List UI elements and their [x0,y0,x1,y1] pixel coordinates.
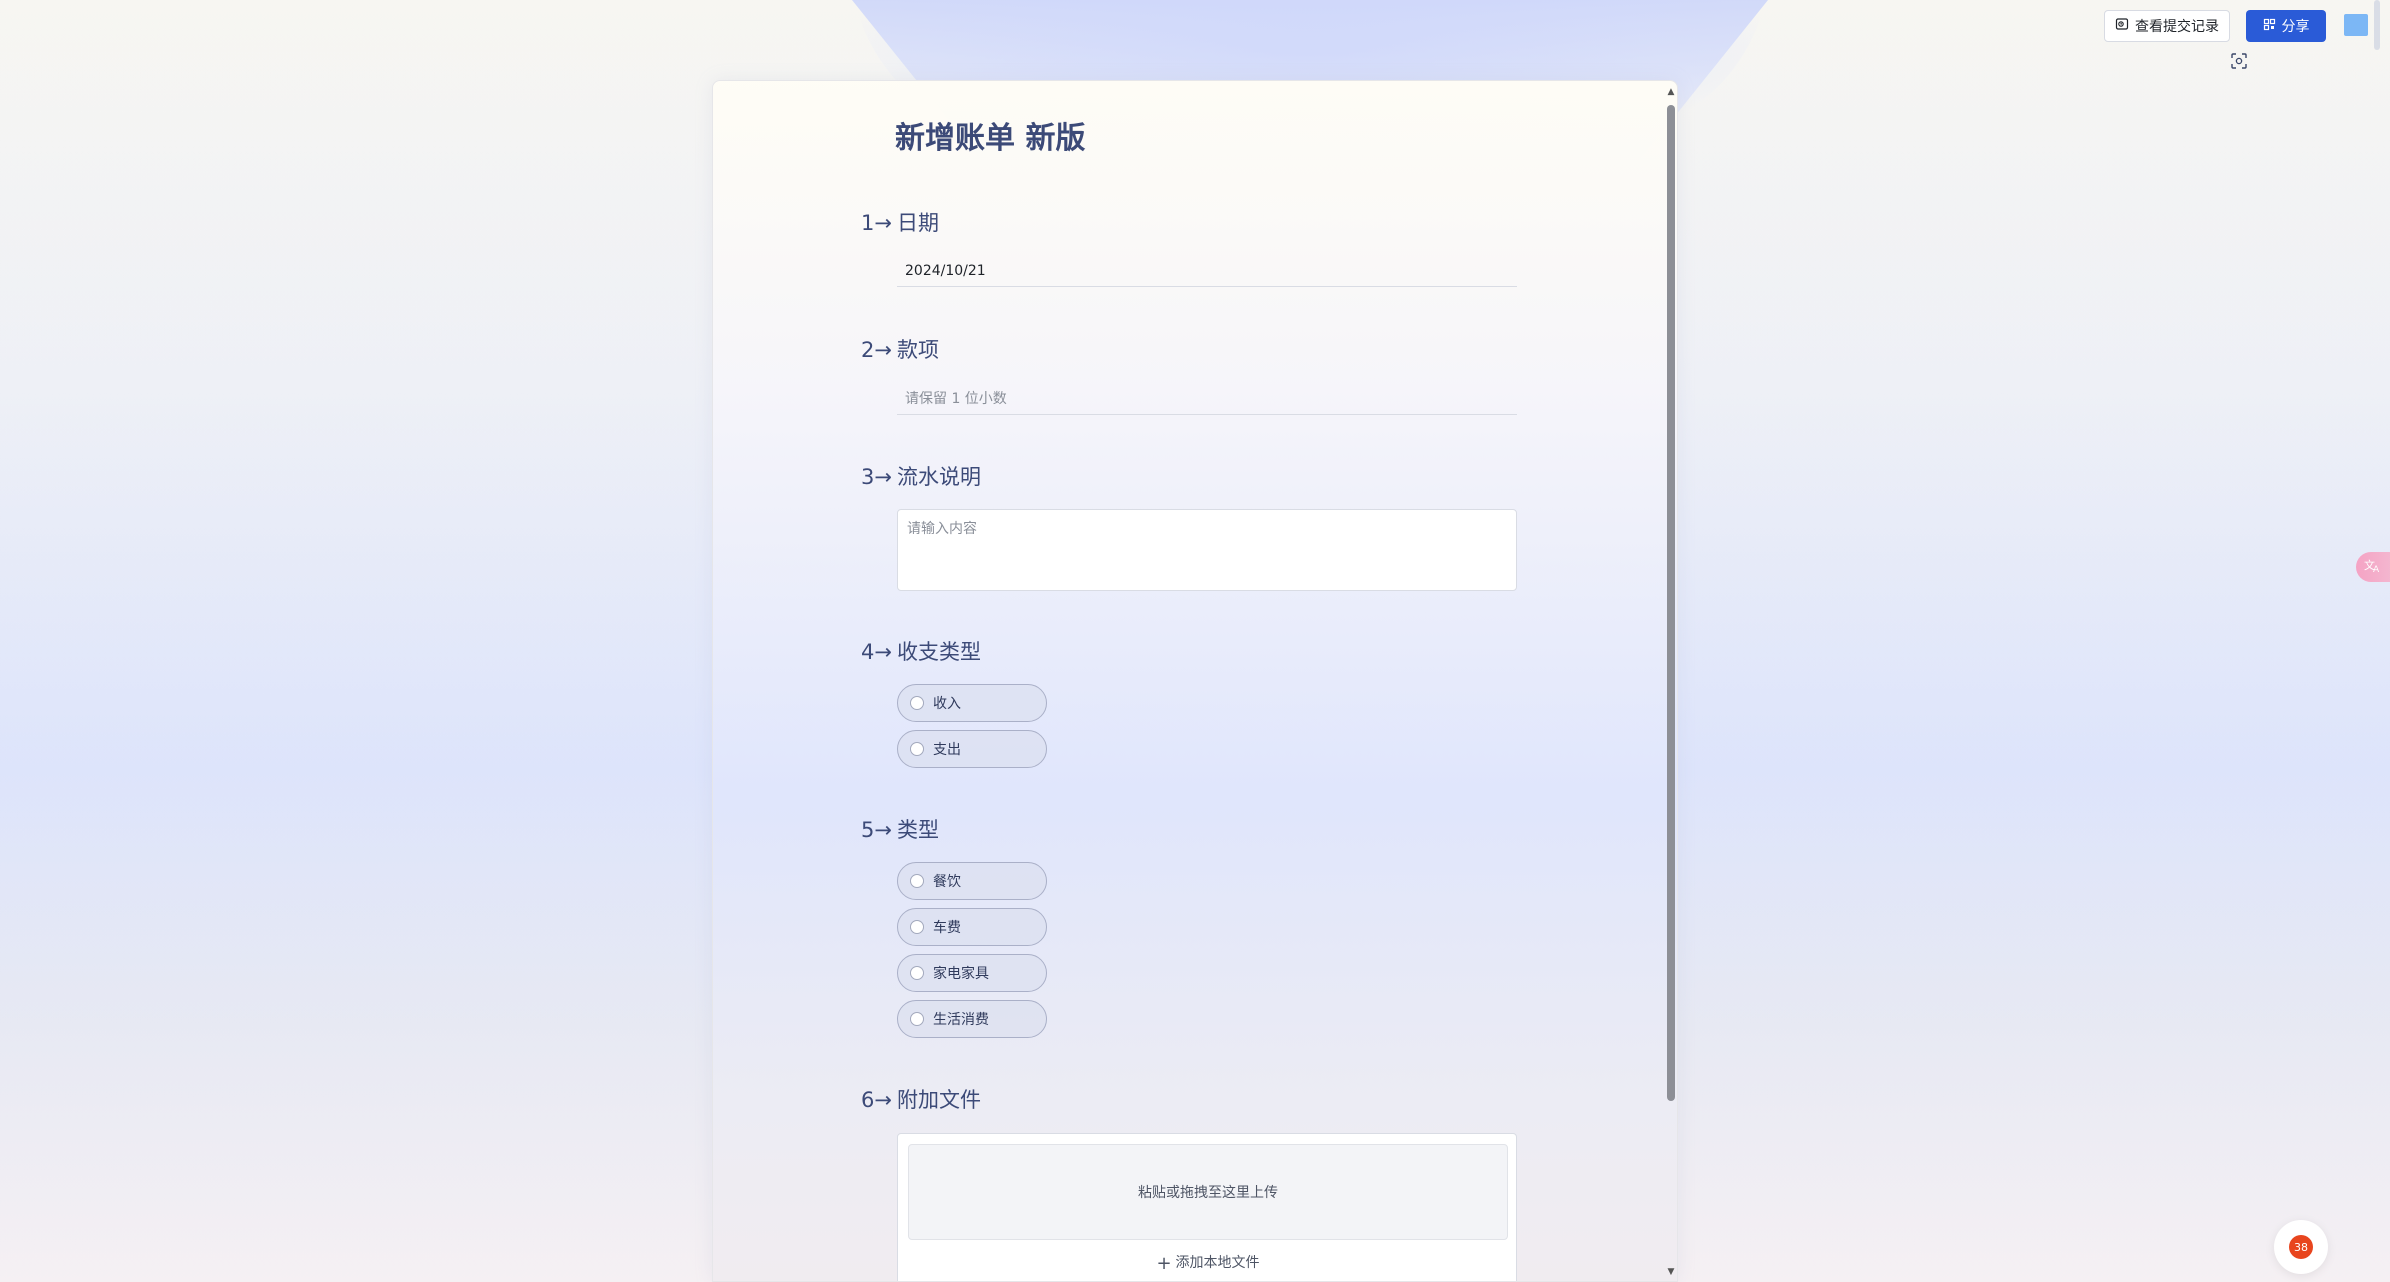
radio-circle[interactable] [910,1012,924,1026]
question-category: 5→ 类型 [861,814,939,844]
notification-badge: 38 [2289,1235,2313,1259]
form-card: ▲ ▼ 新增账单 新版 1→ 日期 2024/10/21 2→ 款项 请保留 1… [712,80,1678,1282]
scan-icon[interactable] [2228,50,2250,72]
option-label: 生活消费 [933,1012,989,1028]
avatar[interactable] [2344,14,2368,36]
question-title: 收支类型 [897,640,981,664]
question-number: 6→ [861,1088,892,1112]
question-number: 5→ [861,818,892,842]
date-input[interactable]: 2024/10/21 [897,255,1517,287]
scroll-down-arrow[interactable]: ▼ [1666,1267,1676,1277]
translate-button[interactable]: 文A [2356,552,2390,582]
form-title: 新增账单 新版 [895,121,1086,156]
question-income-expense: 4→ 收支类型 [861,636,981,666]
option-label: 家电家具 [933,966,989,982]
plus-icon: + [1156,1253,1172,1274]
option-label: 收入 [933,696,961,712]
translate-icon: 文A [2364,557,2382,577]
share-button[interactable]: 分享 [2246,10,2326,42]
share-label: 分享 [2281,19,2310,35]
page-scrollbar[interactable] [2374,0,2380,50]
radio-circle[interactable] [910,966,924,980]
option-label: 餐饮 [933,874,961,890]
add-local-file-label: 添加本地文件 [1175,1255,1260,1271]
radio-circle[interactable] [910,742,924,756]
question-title: 款项 [897,338,939,362]
radio-option-income[interactable]: 收入 [897,684,1047,722]
radio-option-transport[interactable]: 车费 [897,908,1047,946]
question-number: 3→ [861,465,892,489]
question-number: 1→ [861,211,892,235]
svg-text:A: A [2373,565,2380,573]
question-amount: 2→ 款项 [861,334,939,364]
radio-option-appliances[interactable]: 家电家具 [897,954,1047,992]
share-icon [2263,18,2276,35]
question-number: 2→ [861,338,892,362]
notification-button[interactable]: 38 [2274,1220,2328,1274]
question-title: 类型 [897,818,939,842]
scroll-thumb[interactable] [1667,105,1675,1101]
upload-dropzone[interactable]: 粘贴或拖拽至这里上传 [908,1144,1508,1240]
history-icon [2115,17,2129,35]
option-label: 车费 [933,920,961,936]
question-title: 日期 [897,211,939,235]
radio-option-dining[interactable]: 餐饮 [897,862,1047,900]
question-date: 1→ 日期 [861,207,939,237]
question-number: 4→ [861,640,892,664]
question-title: 流水说明 [897,465,981,489]
radio-option-expense[interactable]: 支出 [897,730,1047,768]
radio-circle[interactable] [910,874,924,888]
option-label: 支出 [933,742,961,758]
question-attachment: 6→ 附加文件 [861,1084,981,1114]
view-submissions-label: 查看提交记录 [2135,19,2219,35]
scroll-up-arrow[interactable]: ▲ [1666,87,1676,97]
add-local-file-button[interactable]: + 添加本地文件 [898,1252,1518,1274]
form-scrollbar[interactable]: ▲ ▼ [1665,81,1677,1281]
amount-input[interactable]: 请保留 1 位小数 [897,383,1517,415]
radio-circle[interactable] [910,920,924,934]
view-submissions-button[interactable]: 查看提交记录 [2104,10,2230,42]
radio-option-living[interactable]: 生活消费 [897,1000,1047,1038]
question-title: 附加文件 [897,1088,981,1112]
description-textarea[interactable]: 请输入内容 [897,509,1517,591]
upload-box: 粘贴或拖拽至这里上传 + 添加本地文件 [897,1133,1518,1281]
question-description: 3→ 流水说明 [861,461,981,491]
radio-circle[interactable] [910,696,924,710]
